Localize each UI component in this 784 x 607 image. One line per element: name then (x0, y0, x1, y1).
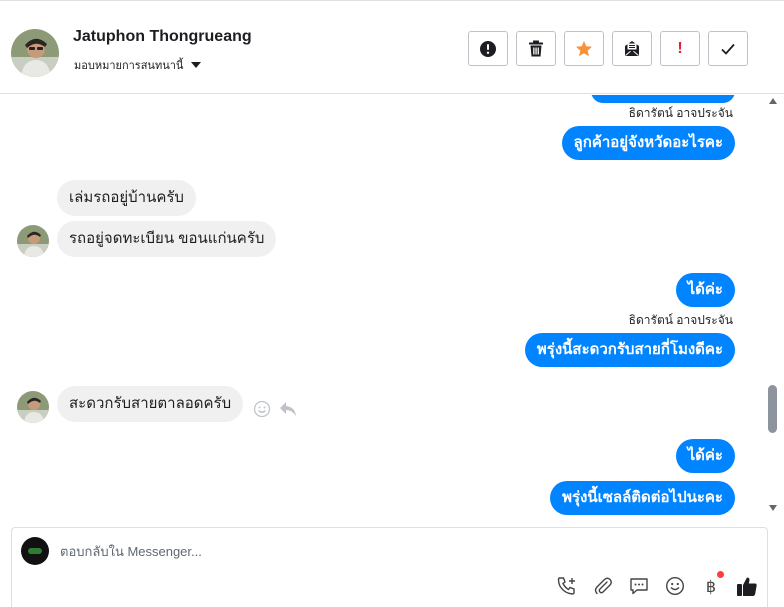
contact-avatar-small[interactable] (17, 225, 49, 257)
page-avatar (21, 537, 49, 565)
baht-symbol: ฿ (705, 576, 717, 596)
mark-unread-button[interactable] (612, 31, 652, 66)
assign-label: มอบหมายการสนทนานี้ (74, 60, 184, 72)
scroll-down-arrow-icon[interactable] (769, 505, 777, 511)
saved-reply-icon[interactable] (628, 575, 650, 597)
baht-icon[interactable]: ฿ (700, 571, 724, 597)
message-sender: ธิดารัตน์ อาจประจัน (628, 313, 733, 327)
conversation-header: Jatuphon Thongrueang มอบหมายการสนทนานี้ (0, 5, 784, 94)
scroll-up-arrow-icon[interactable] (769, 98, 777, 104)
add-call-icon[interactable] (556, 575, 578, 597)
notification-dot (717, 571, 724, 578)
page-logo-mark (28, 548, 42, 554)
spam-button[interactable]: ! (660, 31, 700, 66)
message-bubble-outgoing[interactable]: ได้ค่ะ (675, 273, 735, 307)
reply-composer: ฿ (11, 527, 768, 607)
message-bubble-incoming[interactable]: เล่มรถอยู่บ้านครับ (57, 180, 196, 216)
reply-arrow-icon[interactable] (279, 401, 297, 422)
message-bubble-outgoing[interactable]: พรุ่งนี้สะดวกรับสายกี่โมงดีคะ (524, 333, 735, 367)
emoji-icon[interactable] (664, 575, 686, 597)
mark-done-button[interactable] (708, 31, 748, 66)
contact-name[interactable]: Jatuphon Thongrueang (73, 28, 252, 46)
contact-avatar-small[interactable] (17, 391, 49, 423)
message-bubble-partial (591, 95, 735, 103)
assign-conversation-dropdown[interactable]: มอบหมายการสนทนานี้ (74, 56, 202, 74)
caret-down-icon (191, 62, 202, 68)
reply-input[interactable] (60, 541, 720, 561)
follow-up-button[interactable] (468, 31, 508, 66)
alert-circle-icon (479, 40, 497, 58)
scroll-thumb[interactable] (768, 385, 777, 433)
conversation-actions: ! (468, 31, 748, 66)
delete-button[interactable] (516, 31, 556, 66)
message-hover-tools (253, 400, 297, 423)
star-button[interactable] (564, 31, 604, 66)
thread-scrollbar[interactable] (765, 95, 784, 516)
check-icon (720, 42, 736, 56)
thumbs-up-icon[interactable] (736, 575, 758, 597)
react-emoji-icon[interactable] (253, 400, 271, 423)
envelope-icon (623, 40, 641, 57)
exclamation-icon: ! (677, 39, 683, 57)
composer-toolbar: ฿ (556, 571, 758, 597)
message-bubble-outgoing[interactable]: ได้ค่ะ (675, 439, 735, 473)
contact-avatar[interactable] (11, 29, 59, 77)
star-icon (575, 40, 593, 58)
message-bubble-outgoing[interactable]: พรุ่งนี้เซลล์ติดต่อไปนะคะ (550, 481, 735, 515)
paperclip-icon[interactable] (592, 575, 614, 597)
message-bubble-outgoing[interactable]: ลูกค้าอยู่จังหวัดอะไรคะ (561, 126, 735, 160)
message-thread[interactable]: ธิดารัตน์ อาจประจัน ลูกค้าอยู่จังหวัดอะไ… (0, 95, 765, 516)
message-bubble-incoming[interactable]: รถอยู่จดทะเบียน ขอนแก่นครับ (57, 221, 277, 257)
trash-icon (528, 40, 544, 57)
message-bubble-incoming[interactable]: สะดวกรับสายตาลอดครับ (57, 386, 244, 422)
message-sender: ธิดารัตน์ อาจประจัน (628, 106, 733, 120)
